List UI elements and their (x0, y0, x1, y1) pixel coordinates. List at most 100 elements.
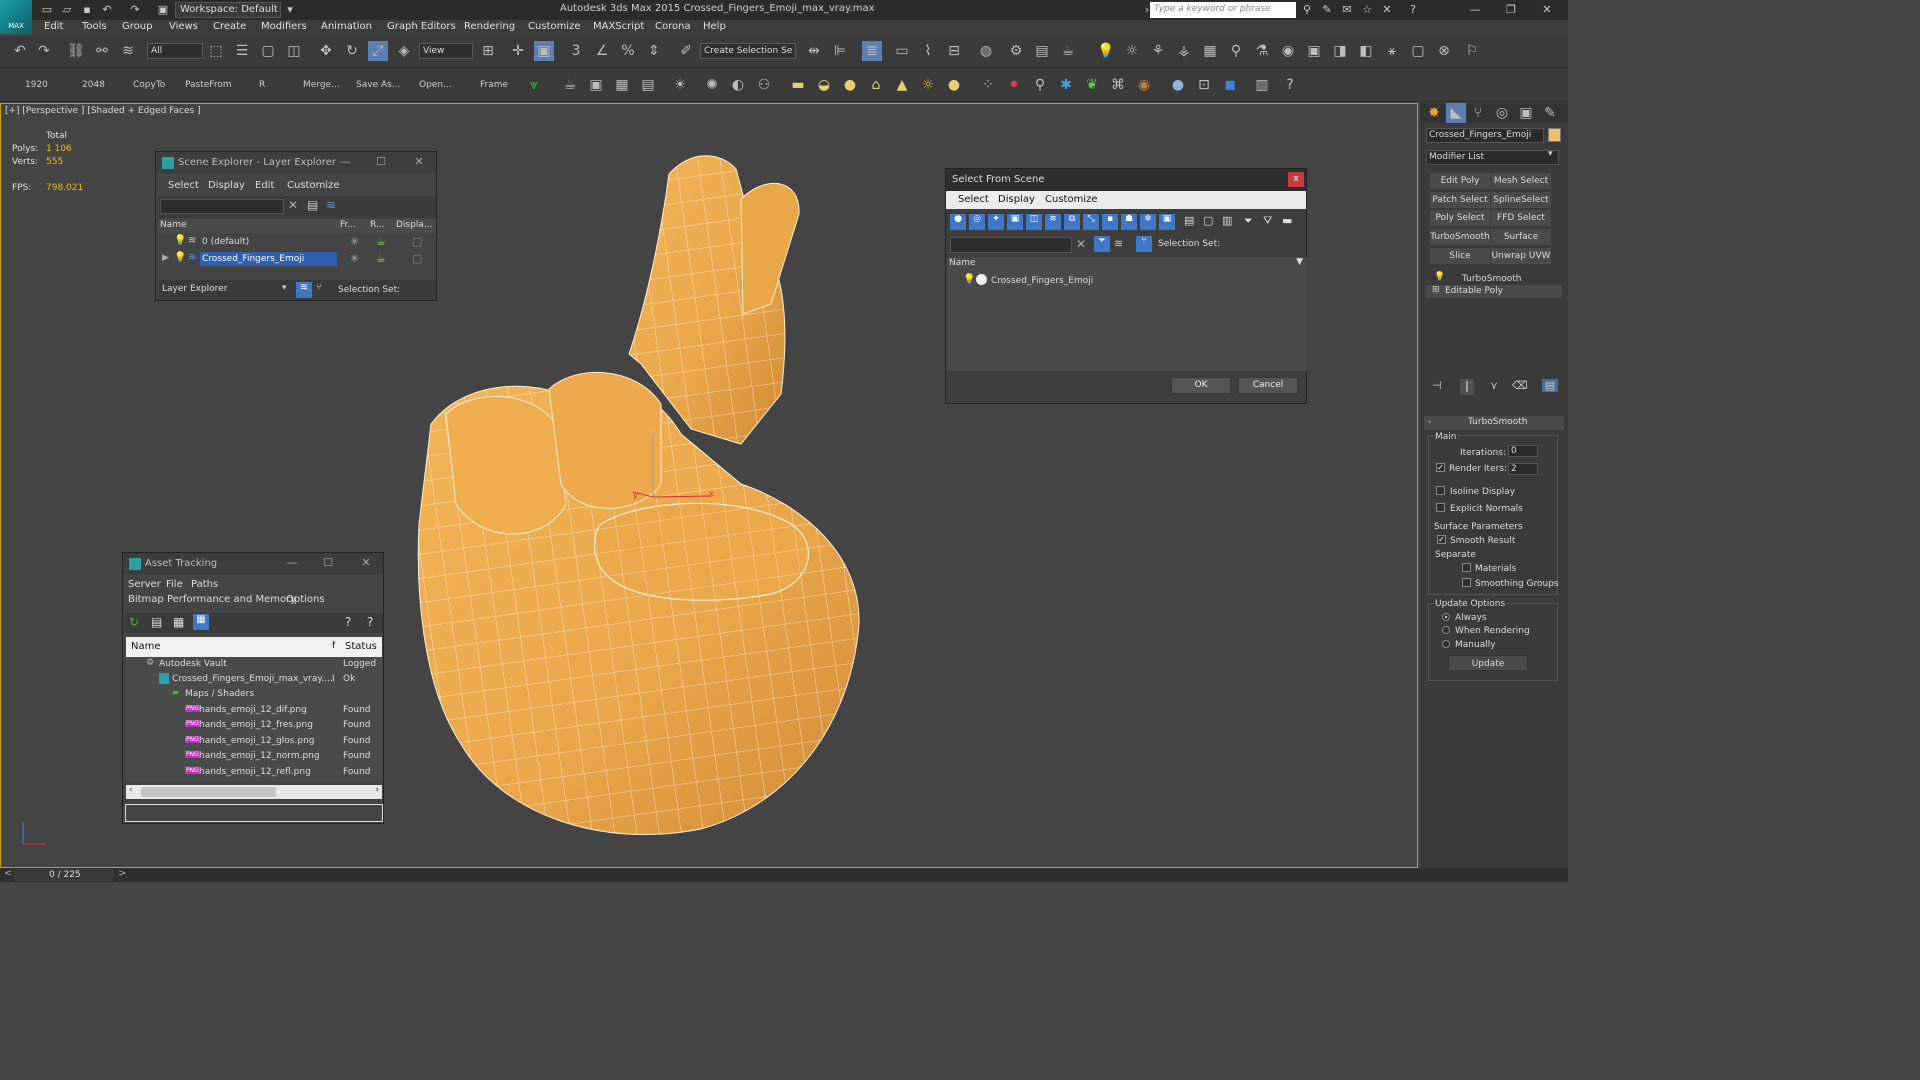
se-search-input[interactable] (160, 199, 284, 214)
sfs-menu-select[interactable]: Select (958, 194, 989, 205)
filter-groups-icon[interactable]: ⧉ (1064, 214, 1080, 230)
layers-mode-icon[interactable]: ≋ (296, 282, 312, 298)
select-by-name-icon[interactable]: ☰ (232, 41, 252, 61)
render-teapot-icon[interactable]: ☕ (376, 235, 386, 248)
edit-named-selection-icon[interactable]: ✐ (676, 41, 696, 61)
asset-name[interactable]: hands_emoji_12_refl.png (199, 767, 311, 777)
sfs-object-list[interactable]: 💡 Crossed_Fingers_Emoji (947, 271, 1307, 371)
light-bulb-icon[interactable]: 💡 (1096, 41, 1116, 61)
edit-poly-button[interactable]: Edit Poly (1430, 173, 1490, 189)
layers-icon[interactable]: ≋ (1114, 237, 1123, 250)
window-crossing-icon[interactable]: ◫ (284, 41, 304, 61)
layer-default-name[interactable]: 0 (default) (202, 237, 249, 247)
spinner-icon[interactable]: ⊗ (1434, 41, 1454, 61)
toggle-icon[interactable]: ⚫ (1004, 75, 1024, 95)
favorites-icon[interactable]: ☆ (1360, 3, 1374, 17)
display-none-icon[interactable]: ▢ (1203, 214, 1213, 227)
restore-icon[interactable]: ❐ (1496, 2, 1526, 18)
placement-icon[interactable]: ◈ (394, 41, 414, 61)
filter-bones-icon[interactable]: ▪ (1102, 214, 1118, 230)
table-view-icon[interactable]: ▦ (173, 615, 184, 629)
workspace-dropdown[interactable]: Workspace: Default (175, 2, 281, 18)
close-icon[interactable]: ✕ (410, 155, 428, 171)
pin-stack-icon[interactable]: ⊣ (1432, 379, 1442, 392)
at-col-name[interactable]: Name (131, 641, 161, 652)
ribbon-icon[interactable]: ▭ (892, 41, 912, 61)
bulb-list-icon[interactable]: ☀ (670, 75, 690, 95)
save-file-icon[interactable]: ▪ (80, 3, 94, 17)
layers-icon[interactable]: ≋ (326, 198, 336, 212)
sfs-menu-customize[interactable]: Customize (1045, 194, 1098, 205)
mesh-select-button[interactable]: Mesh Select (1491, 173, 1551, 189)
sfs-menu-display[interactable]: Display (998, 194, 1035, 205)
hf-icon[interactable]: ⌘ (1108, 75, 1128, 95)
pivot-center-icon[interactable]: ⊞ (478, 41, 498, 61)
asset-name[interactable]: hands_emoji_12_dif.png (199, 705, 307, 715)
menu-modifiers[interactable]: Modifiers (261, 21, 307, 32)
mesh-export-icon[interactable]: ⚗ (1252, 41, 1272, 61)
at-col-flag[interactable]: f (332, 641, 335, 651)
minimize-icon[interactable]: — (336, 155, 354, 171)
converter-icon[interactable]: ⊡ (1194, 75, 1214, 95)
scrollbar-thumb[interactable] (141, 787, 276, 797)
rollout-collapse-icon[interactable]: - (1428, 417, 1431, 427)
spinner-snap-icon[interactable]: ⇕ (644, 41, 664, 61)
grid-icon[interactable]: ▦ (612, 75, 632, 95)
asset-name[interactable]: Autodesk Vault (159, 659, 227, 669)
angle-snap-icon[interactable]: ∠ (592, 41, 612, 61)
stack-editable-poly-row[interactable]: ⊞ Editable Poly (1426, 285, 1562, 298)
table-row[interactable]: Crossed_Fingers_Emoji_max_vray.... I Ok (126, 672, 382, 687)
film-icon[interactable]: ⚇ (754, 75, 774, 95)
plane-icon[interactable]: ▬ (788, 75, 808, 95)
menu-customize[interactable]: Customize (528, 21, 581, 32)
keyboard-shortcut-icon[interactable]: ▣ (534, 41, 554, 61)
open-file-icon[interactable]: ▱ (60, 3, 74, 17)
maximize-icon[interactable]: ☐ (372, 155, 390, 171)
reference-coordinate-dropdown[interactable]: View (419, 43, 473, 59)
render-iters-spinner[interactable]: 2 (1508, 463, 1538, 475)
help-bubble-icon[interactable]: ? (345, 615, 351, 629)
se-menu-customize[interactable]: Customize (287, 180, 340, 191)
sphere-light-icon[interactable]: ● (840, 75, 860, 95)
update-always-radio[interactable] (1442, 613, 1450, 621)
stack-turbosmooth[interactable]: TurboSmooth (1462, 274, 1521, 284)
layer-crossed-fingers-name[interactable]: Crossed_Fingers_Emoji (200, 252, 337, 266)
materials-checkbox[interactable] (1462, 563, 1471, 572)
show-end-result-icon[interactable]: | (1460, 379, 1474, 395)
turbosmooth-rollout-header[interactable]: - TurboSmooth (1424, 416, 1564, 430)
rendered-frame-icon[interactable]: ▤ (1032, 41, 1052, 61)
object-name-field[interactable]: Crossed_Fingers_Emoji (1426, 128, 1544, 143)
particle-icon[interactable]: ✺ (702, 75, 722, 95)
merge-button[interactable]: Merge... (303, 80, 340, 90)
redo-icon[interactable]: ↷ (128, 3, 142, 17)
scene-converter-icon[interactable]: ◼ (1220, 75, 1240, 95)
scroll-left-icon[interactable]: ‹ (129, 785, 133, 795)
sfs-titlebar[interactable]: Select From Scene x (946, 169, 1306, 191)
curve-editor-icon[interactable]: ⌇ (918, 41, 938, 61)
vray-icon[interactable]: ⚘ (1148, 41, 1168, 61)
bind-spacewarp-icon[interactable]: ≋ (118, 41, 138, 61)
list-view-icon[interactable]: ▤ (151, 615, 162, 629)
at-horizontal-scrollbar[interactable]: ‹ › (126, 785, 382, 799)
binoculars-icon[interactable]: ⚲ (1300, 3, 1314, 17)
material-sphere-icon[interactable]: ● (1168, 75, 1188, 95)
filter-xrefs-icon[interactable]: ⤡ (1083, 214, 1099, 230)
display-box-icon[interactable]: ▢ (412, 235, 422, 248)
table-row[interactable]: ▰ Maps / Shaders (126, 687, 382, 702)
help-circle-icon[interactable]: ? (1280, 75, 1300, 95)
ok-button[interactable]: OK (1171, 377, 1231, 394)
spot-icon[interactable]: ▲ (892, 75, 912, 95)
freeze-icon[interactable]: ✳ (350, 235, 359, 248)
communication-icon[interactable]: ✉ (1340, 3, 1354, 17)
sun-icon[interactable]: ☼ (1122, 41, 1142, 61)
new-file-icon[interactable]: ▭ (40, 3, 54, 17)
minimize-icon[interactable]: — (1460, 2, 1490, 18)
menu-create[interactable]: Create (213, 21, 246, 32)
search-input[interactable]: Type a keyword or phrase (1150, 2, 1296, 18)
scale-icon[interactable]: ⤢ (368, 41, 388, 61)
r-button[interactable]: R (259, 80, 265, 90)
at-menu-options[interactable]: Options (286, 594, 325, 605)
table-row[interactable]: PNG hands_emoji_12_glos.png Found (126, 734, 382, 749)
open-button[interactable]: Open... (419, 80, 452, 90)
menu-tools[interactable]: Tools (82, 21, 107, 32)
